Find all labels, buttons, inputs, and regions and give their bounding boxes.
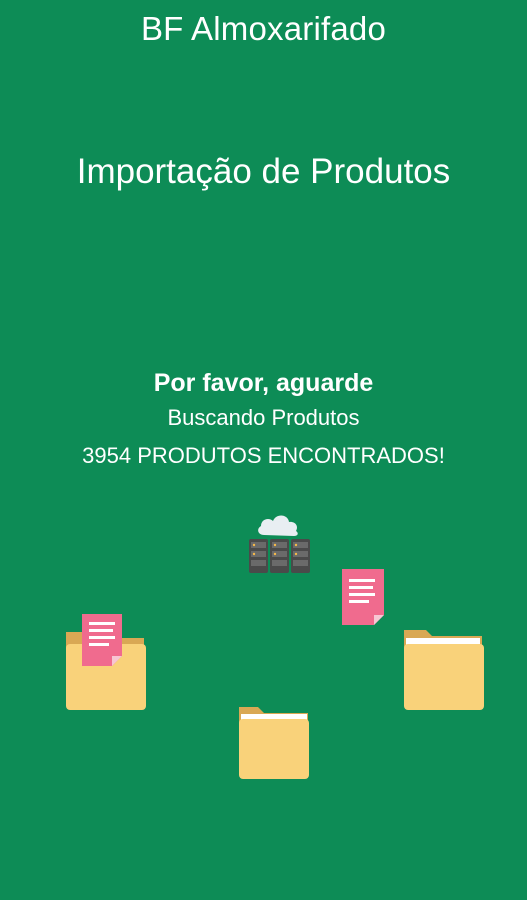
document-icon [82,614,122,666]
cloud-server-icon [249,515,310,573]
folder-icon [404,630,484,710]
status-block: Por favor, aguarde Buscando Produtos 395… [0,366,527,470]
app-title: BF Almoxarifado [140,10,387,47]
document-icon [342,569,384,625]
wait-message: Por favor, aguarde [153,369,374,397]
folder-icon [239,707,309,779]
found-count: 3954 PRODUTOS ENCONTRADOS! [82,443,445,468]
page-title: Importação de Produtos [76,152,451,191]
search-status: Buscando Produtos [167,405,360,430]
